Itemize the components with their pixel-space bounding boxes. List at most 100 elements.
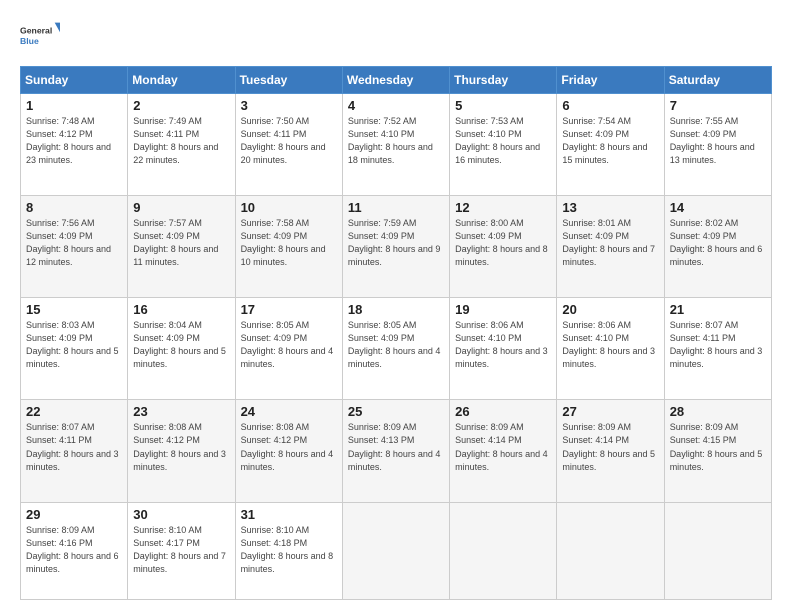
day-info: Sunrise: 8:10 AMSunset: 4:17 PMDaylight:… — [133, 524, 229, 576]
calendar-cell: 30 Sunrise: 8:10 AMSunset: 4:17 PMDayligh… — [128, 502, 235, 599]
day-info: Sunrise: 8:04 AMSunset: 4:09 PMDaylight:… — [133, 319, 229, 371]
weekday-header-friday: Friday — [557, 67, 664, 94]
calendar-cell — [450, 502, 557, 599]
calendar-cell — [342, 502, 449, 599]
day-info: Sunrise: 8:09 AMSunset: 4:14 PMDaylight:… — [455, 421, 551, 473]
day-info: Sunrise: 8:09 AMSunset: 4:13 PMDaylight:… — [348, 421, 444, 473]
day-info: Sunrise: 8:10 AMSunset: 4:18 PMDaylight:… — [241, 524, 337, 576]
day-number: 1 — [26, 98, 122, 113]
calendar-cell — [557, 502, 664, 599]
calendar-cell: 5 Sunrise: 7:53 AMSunset: 4:10 PMDaylight… — [450, 94, 557, 196]
day-info: Sunrise: 7:58 AMSunset: 4:09 PMDaylight:… — [241, 217, 337, 269]
page: General Blue SundayMondayTuesdayWednesda… — [0, 0, 792, 612]
day-number: 3 — [241, 98, 337, 113]
calendar-cell: 28 Sunrise: 8:09 AMSunset: 4:15 PMDayligh… — [664, 400, 771, 502]
day-number: 10 — [241, 200, 337, 215]
day-number: 21 — [670, 302, 766, 317]
calendar-cell: 9Sunrise: 7:57 AMSunset: 4:09 PMDaylight… — [128, 196, 235, 298]
day-number: 8 — [26, 200, 122, 215]
weekday-header-tuesday: Tuesday — [235, 67, 342, 94]
day-info: Sunrise: 8:05 AMSunset: 4:09 PMDaylight:… — [241, 319, 337, 371]
day-number: 15 — [26, 302, 122, 317]
day-info: Sunrise: 8:09 AMSunset: 4:15 PMDaylight:… — [670, 421, 766, 473]
day-info: Sunrise: 8:05 AMSunset: 4:09 PMDaylight:… — [348, 319, 444, 371]
calendar-cell: 15Sunrise: 8:03 AMSunset: 4:09 PMDayligh… — [21, 298, 128, 400]
calendar-cell — [664, 502, 771, 599]
calendar-cell: 24 Sunrise: 8:08 AMSunset: 4:12 PMDayligh… — [235, 400, 342, 502]
day-info: Sunrise: 7:56 AMSunset: 4:09 PMDaylight:… — [26, 217, 122, 269]
calendar-cell: 14 Sunrise: 8:02 AMSunset: 4:09 PMDayligh… — [664, 196, 771, 298]
day-number: 28 — [670, 404, 766, 419]
day-info: Sunrise: 8:02 AMSunset: 4:09 PMDaylight:… — [670, 217, 766, 269]
day-info: Sunrise: 8:06 AMSunset: 4:10 PMDaylight:… — [562, 319, 658, 371]
day-number: 23 — [133, 404, 229, 419]
day-number: 30 — [133, 507, 229, 522]
day-number: 26 — [455, 404, 551, 419]
calendar-cell: 29 Sunrise: 8:09 AMSunset: 4:16 PMDayligh… — [21, 502, 128, 599]
calendar-cell: 22 Sunrise: 8:07 AMSunset: 4:11 PMDayligh… — [21, 400, 128, 502]
calendar-cell: 12 Sunrise: 8:00 AMSunset: 4:09 PMDayligh… — [450, 196, 557, 298]
calendar-cell: 3 Sunrise: 7:50 AMSunset: 4:11 PMDaylight… — [235, 94, 342, 196]
day-number: 25 — [348, 404, 444, 419]
calendar-table: SundayMondayTuesdayWednesdayThursdayFrid… — [20, 66, 772, 600]
day-number: 17 — [241, 302, 337, 317]
day-info: Sunrise: 8:08 AMSunset: 4:12 PMDaylight:… — [241, 421, 337, 473]
calendar-cell: 26 Sunrise: 8:09 AMSunset: 4:14 PMDayligh… — [450, 400, 557, 502]
day-info: Sunrise: 8:01 AMSunset: 4:09 PMDaylight:… — [562, 217, 658, 269]
calendar-cell: 19 Sunrise: 8:06 AMSunset: 4:10 PMDayligh… — [450, 298, 557, 400]
calendar-cell: 25 Sunrise: 8:09 AMSunset: 4:13 PMDayligh… — [342, 400, 449, 502]
day-number: 12 — [455, 200, 551, 215]
calendar-week-2: 8 Sunrise: 7:56 AMSunset: 4:09 PMDaylight… — [21, 196, 772, 298]
day-number: 20 — [562, 302, 658, 317]
calendar-cell: 21Sunrise: 8:07 AMSunset: 4:11 PMDayligh… — [664, 298, 771, 400]
logo-svg: General Blue — [20, 16, 60, 56]
svg-text:General: General — [20, 25, 52, 35]
calendar-cell: 8 Sunrise: 7:56 AMSunset: 4:09 PMDaylight… — [21, 196, 128, 298]
calendar-cell: 17 Sunrise: 8:05 AMSunset: 4:09 PMDayligh… — [235, 298, 342, 400]
day-info: Sunrise: 7:53 AMSunset: 4:10 PMDaylight:… — [455, 115, 551, 167]
day-number: 4 — [348, 98, 444, 113]
day-info: Sunrise: 7:50 AMSunset: 4:11 PMDaylight:… — [241, 115, 337, 167]
calendar-week-3: 15Sunrise: 8:03 AMSunset: 4:09 PMDayligh… — [21, 298, 772, 400]
day-number: 24 — [241, 404, 337, 419]
weekday-header-wednesday: Wednesday — [342, 67, 449, 94]
day-info: Sunrise: 8:06 AMSunset: 4:10 PMDaylight:… — [455, 319, 551, 371]
day-number: 22 — [26, 404, 122, 419]
calendar-week-5: 29 Sunrise: 8:09 AMSunset: 4:16 PMDayligh… — [21, 502, 772, 599]
day-number: 14 — [670, 200, 766, 215]
day-info: Sunrise: 7:59 AMSunset: 4:09 PMDaylight:… — [348, 217, 444, 269]
day-info: Sunrise: 7:48 AMSunset: 4:12 PMDaylight:… — [26, 115, 122, 167]
calendar-cell: 16Sunrise: 8:04 AMSunset: 4:09 PMDayligh… — [128, 298, 235, 400]
weekday-header-monday: Monday — [128, 67, 235, 94]
header: General Blue — [20, 16, 772, 56]
day-number: 9 — [133, 200, 229, 215]
day-number: 7 — [670, 98, 766, 113]
day-info: Sunrise: 7:55 AMSunset: 4:09 PMDaylight:… — [670, 115, 766, 167]
logo: General Blue — [20, 16, 60, 56]
day-number: 2 — [133, 98, 229, 113]
svg-text:Blue: Blue — [20, 36, 39, 46]
day-info: Sunrise: 8:09 AMSunset: 4:14 PMDaylight:… — [562, 421, 658, 473]
calendar-cell: 1 Sunrise: 7:48 AMSunset: 4:12 PMDaylight… — [21, 94, 128, 196]
day-info: Sunrise: 8:09 AMSunset: 4:16 PMDaylight:… — [26, 524, 122, 576]
weekday-header-row: SundayMondayTuesdayWednesdayThursdayFrid… — [21, 67, 772, 94]
day-number: 31 — [241, 507, 337, 522]
day-info: Sunrise: 8:00 AMSunset: 4:09 PMDaylight:… — [455, 217, 551, 269]
calendar-cell: 27 Sunrise: 8:09 AMSunset: 4:14 PMDayligh… — [557, 400, 664, 502]
calendar-cell: 11 Sunrise: 7:59 AMSunset: 4:09 PMDayligh… — [342, 196, 449, 298]
calendar-cell: 2 Sunrise: 7:49 AMSunset: 4:11 PMDaylight… — [128, 94, 235, 196]
calendar-cell: 13 Sunrise: 8:01 AMSunset: 4:09 PMDayligh… — [557, 196, 664, 298]
day-number: 5 — [455, 98, 551, 113]
day-info: Sunrise: 7:52 AMSunset: 4:10 PMDaylight:… — [348, 115, 444, 167]
day-number: 6 — [562, 98, 658, 113]
weekday-header-sunday: Sunday — [21, 67, 128, 94]
day-number: 11 — [348, 200, 444, 215]
weekday-header-thursday: Thursday — [450, 67, 557, 94]
day-number: 29 — [26, 507, 122, 522]
day-number: 19 — [455, 302, 551, 317]
calendar-cell: 18Sunrise: 8:05 AMSunset: 4:09 PMDayligh… — [342, 298, 449, 400]
day-number: 27 — [562, 404, 658, 419]
day-info: Sunrise: 7:49 AMSunset: 4:11 PMDaylight:… — [133, 115, 229, 167]
day-info: Sunrise: 8:07 AMSunset: 4:11 PMDaylight:… — [26, 421, 122, 473]
day-number: 13 — [562, 200, 658, 215]
